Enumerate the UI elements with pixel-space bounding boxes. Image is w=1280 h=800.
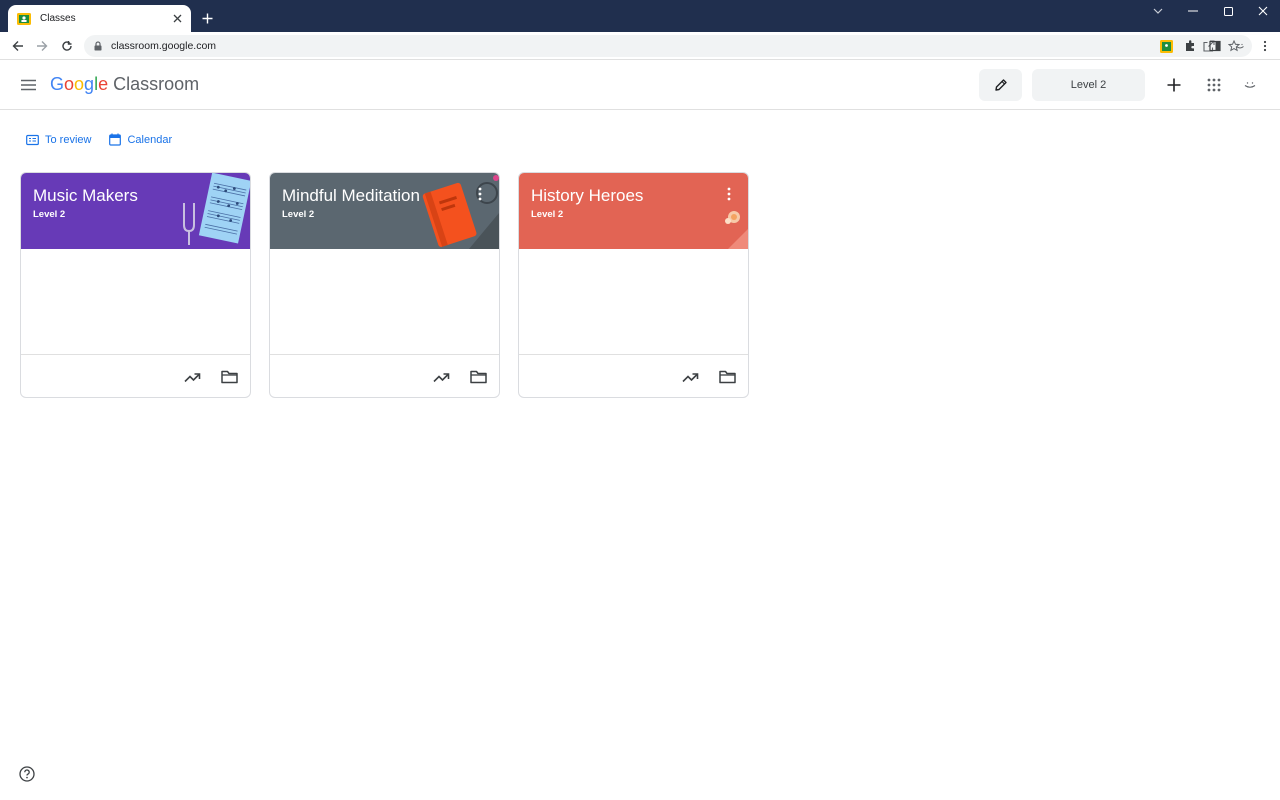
minimize-icon[interactable]	[1182, 4, 1204, 18]
logo-product-name: Classroom	[113, 74, 200, 94]
browser-tab[interactable]: Classes	[8, 5, 191, 32]
extensions-puzzle-icon[interactable]	[1183, 39, 1197, 53]
trending-up-icon[interactable]	[681, 369, 699, 385]
help-icon[interactable]	[19, 766, 35, 782]
back-arrow-icon[interactable]	[10, 38, 26, 54]
classroom-header: Google Classroom Level 2	[0, 61, 1280, 110]
new-tab-icon[interactable]	[199, 10, 215, 26]
music-sheet-illustration	[183, 173, 250, 245]
quick-links: To review Calendar	[26, 133, 190, 146]
pencil-icon	[994, 78, 1008, 92]
level-button[interactable]: Level 2	[1032, 69, 1145, 101]
class-card-footer	[21, 355, 250, 397]
class-card-banner[interactable]: History Heroes Level 2	[519, 173, 748, 249]
close-tab-icon[interactable]	[169, 11, 185, 27]
class-section: Level 2	[282, 209, 315, 220]
class-card[interactable]: Music Makers Level 2	[20, 172, 251, 398]
google-classroom-logo[interactable]: Google Classroom	[50, 74, 199, 95]
class-section: Level 2	[531, 209, 564, 220]
history-illustration	[725, 211, 748, 249]
maximize-icon[interactable]	[1217, 4, 1239, 18]
reload-icon[interactable]	[59, 38, 75, 54]
class-title[interactable]: Music Makers	[33, 186, 138, 206]
class-card-body	[270, 249, 499, 355]
trending-up-icon[interactable]	[183, 369, 201, 385]
browser-menu-icon[interactable]	[1258, 39, 1272, 53]
edit-button[interactable]	[979, 69, 1022, 101]
address-bar[interactable]: classroom.google.com	[84, 35, 1252, 57]
logo-letter: o	[64, 74, 75, 94]
more-options-icon[interactable]	[726, 187, 732, 201]
logo-letter: g	[84, 74, 95, 94]
calendar-icon	[109, 133, 127, 146]
class-card-banner[interactable]: Mindful Meditation Level 2	[270, 173, 499, 249]
class-card-banner[interactable]: Music Makers Level 2	[21, 173, 250, 249]
class-card-body	[21, 249, 250, 355]
more-options-icon[interactable]	[477, 187, 483, 201]
class-title[interactable]: History Heroes	[531, 186, 643, 206]
folder-icon[interactable]	[220, 369, 238, 385]
class-card-footer	[270, 355, 499, 397]
logo-letter: o	[74, 74, 85, 94]
calendar-link[interactable]: Calendar	[109, 133, 172, 146]
class-title[interactable]: Mindful Meditation	[282, 186, 420, 206]
classroom-extension-icon[interactable]	[1159, 39, 1173, 53]
account-avatar-icon[interactable]	[1241, 76, 1259, 94]
browser-tab-bar: Classes	[0, 0, 1280, 32]
to-review-label: To review	[45, 133, 92, 146]
forward-arrow-icon[interactable]	[34, 38, 50, 54]
classroom-favicon-icon	[17, 12, 31, 26]
profile-avatar-icon[interactable]	[1233, 39, 1247, 53]
google-apps-grid-icon[interactable]	[1205, 76, 1223, 94]
lock-icon	[93, 41, 103, 51]
class-card-body	[519, 249, 748, 355]
to-review-link[interactable]: To review	[26, 134, 91, 146]
calendar-label: Calendar	[127, 133, 173, 146]
logo-letter: e	[98, 74, 109, 94]
notebook-illustration	[422, 175, 499, 249]
review-list-icon	[26, 134, 45, 146]
tab-title: Classes	[40, 13, 76, 24]
add-class-icon[interactable]	[1165, 76, 1183, 94]
class-card[interactable]: History Heroes Level 2	[518, 172, 749, 398]
class-section: Level 2	[33, 209, 66, 220]
class-card[interactable]: Mindful Meditation Level 2	[269, 172, 500, 398]
class-card-footer	[519, 355, 748, 397]
trending-up-icon[interactable]	[432, 369, 450, 385]
browser-toolbar: classroom.google.com	[0, 32, 1280, 60]
logo-letter: G	[50, 74, 65, 94]
close-window-icon[interactable]	[1252, 4, 1274, 18]
tab-search-chevron-icon[interactable]	[1147, 4, 1169, 18]
url-text: classroom.google.com	[111, 40, 217, 52]
main-menu-icon[interactable]	[20, 78, 37, 92]
folder-icon[interactable]	[718, 369, 736, 385]
folder-icon[interactable]	[469, 369, 487, 385]
side-panel-icon[interactable]	[1208, 39, 1222, 53]
